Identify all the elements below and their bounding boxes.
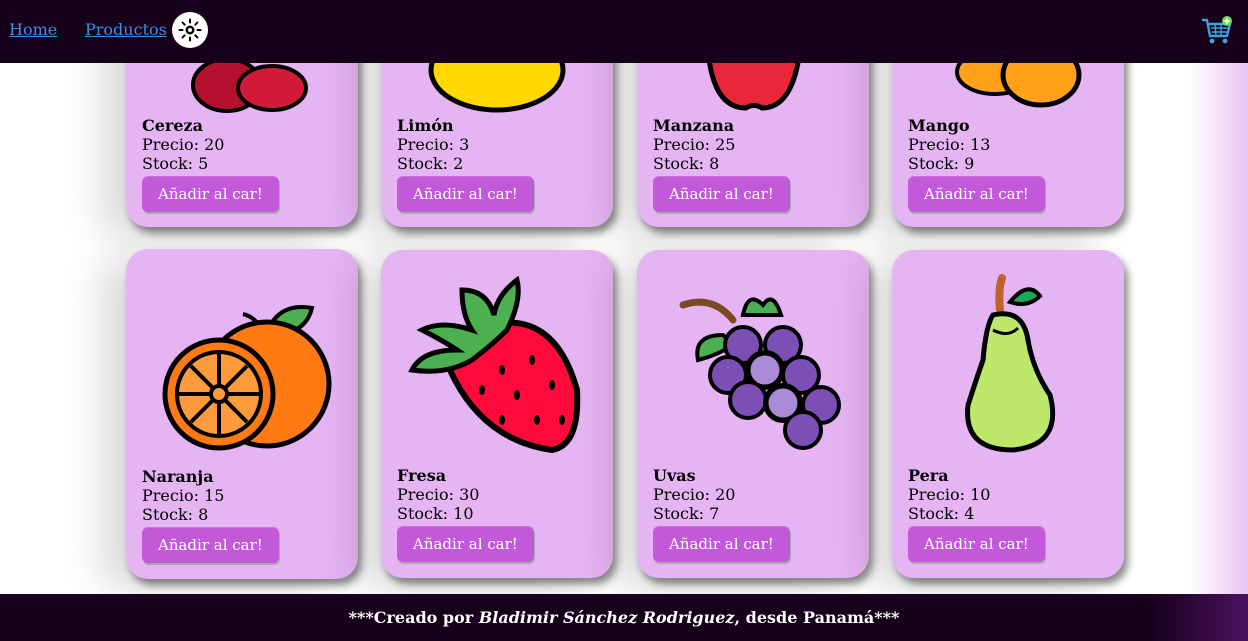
sun-icon bbox=[178, 18, 202, 42]
navbar: Home Productos bbox=[0, 0, 1248, 63]
add-to-cart-button[interactable]: Añadir al car! bbox=[397, 526, 534, 562]
product-stock: Stock: 8 bbox=[653, 154, 720, 173]
product-price: Precio: 20 bbox=[142, 135, 225, 154]
footer-suffix: , desde Panamá*** bbox=[734, 608, 900, 627]
product-name: Cereza bbox=[142, 116, 203, 135]
product-name: Uvas bbox=[653, 466, 696, 485]
add-to-cart-button[interactable]: Añadir al car! bbox=[908, 176, 1045, 212]
footer: ***Creado por Bladimir Sánchez Rodriguez… bbox=[0, 594, 1248, 641]
grapes-icon bbox=[679, 297, 841, 450]
product-stock: Stock: 8 bbox=[142, 505, 209, 524]
product-price: Precio: 30 bbox=[397, 485, 480, 504]
product-name: Pera bbox=[908, 466, 949, 485]
product-price: Precio: 13 bbox=[908, 135, 991, 154]
add-to-cart-button[interactable]: Añadir al car! bbox=[397, 176, 534, 212]
cart-button[interactable] bbox=[1200, 16, 1234, 46]
product-name: Limón bbox=[397, 116, 454, 135]
add-to-cart-button[interactable]: Añadir al car! bbox=[653, 176, 790, 212]
product-card-pera: Pera Precio: 10 Stock: 4 Añadir al car! bbox=[892, 250, 1124, 578]
nav-products-link[interactable]: Productos bbox=[85, 20, 167, 39]
fruit-image bbox=[892, 270, 1124, 460]
strawberry-icon bbox=[408, 275, 581, 454]
product-stock: Stock: 4 bbox=[908, 504, 975, 523]
theme-toggle-button[interactable] bbox=[172, 12, 208, 48]
product-card-uvas: Uvas Precio: 20 Stock: 7 Añadir al car! bbox=[637, 250, 869, 578]
fruit-image bbox=[637, 270, 869, 460]
footer-author: Bladimir Sánchez Rodriguez bbox=[478, 608, 735, 627]
product-name: Fresa bbox=[397, 466, 447, 485]
product-stock: Stock: 9 bbox=[908, 154, 975, 173]
product-price: Precio: 25 bbox=[653, 135, 736, 154]
product-stock: Stock: 10 bbox=[397, 504, 474, 523]
product-name: Naranja bbox=[142, 467, 214, 486]
footer-prefix: ***Creado por bbox=[348, 608, 479, 627]
page-edge-glow bbox=[1188, 0, 1248, 641]
product-stock: Stock: 7 bbox=[653, 504, 720, 523]
add-to-cart-button[interactable]: Añadir al car! bbox=[142, 527, 279, 563]
product-price: Precio: 3 bbox=[397, 135, 470, 154]
pear-icon bbox=[965, 274, 1056, 453]
product-card-fresa: Fresa Precio: 30 Stock: 10 Añadir al car… bbox=[381, 250, 613, 578]
product-price: Precio: 20 bbox=[653, 485, 736, 504]
cart-plus-icon bbox=[1202, 16, 1232, 44]
product-stock: Stock: 2 bbox=[397, 154, 464, 173]
add-to-cart-button[interactable]: Añadir al car! bbox=[142, 176, 279, 212]
product-name: Manzana bbox=[653, 116, 735, 135]
orange-icon bbox=[162, 305, 332, 451]
product-price: Precio: 10 bbox=[908, 485, 991, 504]
add-to-cart-button[interactable]: Añadir al car! bbox=[908, 526, 1045, 562]
fruit-image bbox=[381, 270, 613, 460]
product-name: Mango bbox=[908, 116, 970, 135]
nav-home-link[interactable]: Home bbox=[9, 20, 57, 39]
product-stock: Stock: 5 bbox=[142, 154, 209, 173]
product-card-naranja: Naranja Precio: 15 Stock: 8 Añadir al ca… bbox=[126, 249, 358, 579]
product-price: Precio: 15 bbox=[142, 486, 225, 505]
fruit-image bbox=[126, 269, 358, 459]
add-to-cart-button[interactable]: Añadir al car! bbox=[653, 526, 790, 562]
